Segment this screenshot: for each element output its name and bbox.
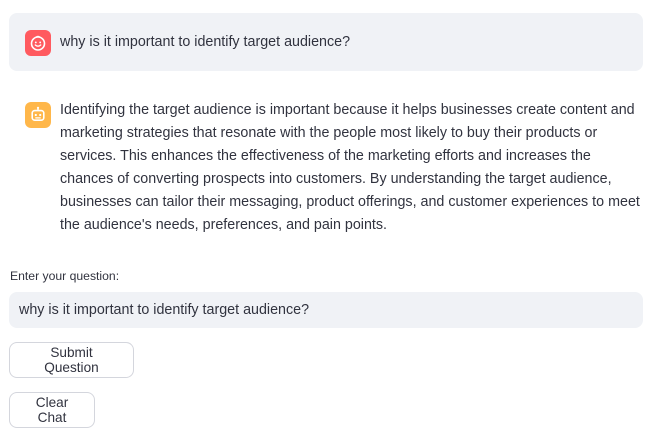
user-message-text: why is it important to identify target a… [60, 34, 351, 50]
robot-icon [25, 102, 51, 128]
assistant-message: Identifying the target audience is impor… [9, 90, 643, 242]
chat-app: why is it important to identify target a… [0, 0, 656, 436]
smiley-face-icon [25, 30, 51, 56]
assistant-message-text: Identifying the target audience is impor… [60, 102, 640, 234]
question-input[interactable] [9, 292, 643, 328]
submit-question-button[interactable]: Submit Question [9, 342, 134, 378]
clear-chat-button[interactable]: Clear Chat [9, 392, 95, 428]
question-label: Enter your question: [10, 269, 120, 283]
user-message: why is it important to identify target a… [9, 13, 643, 71]
